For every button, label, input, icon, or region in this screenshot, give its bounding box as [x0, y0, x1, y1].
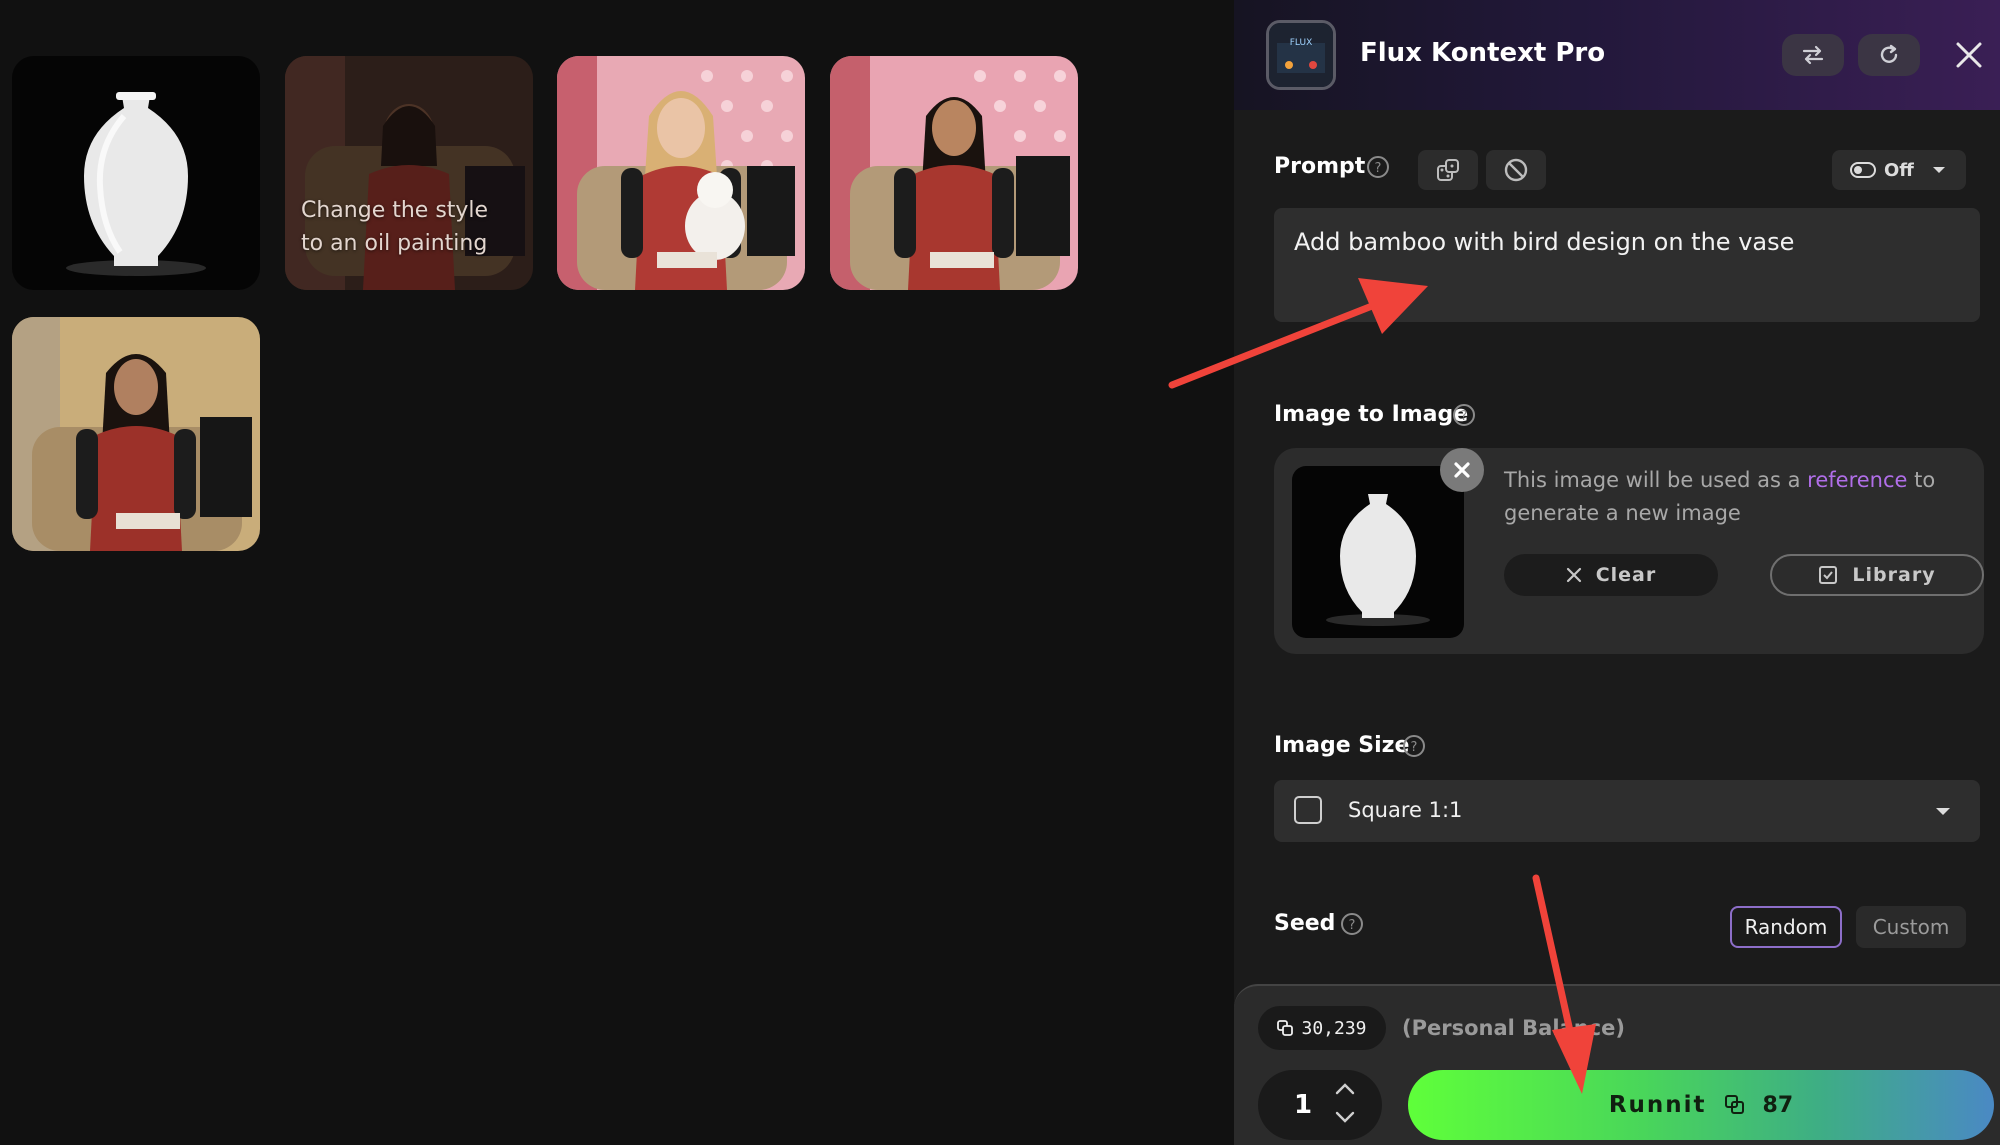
blonde-woman-with-cat-image: [557, 56, 805, 290]
run-footer: 30,239 (Personal Balance) 1 Runnit 87: [1234, 984, 2000, 1145]
remove-reference-button[interactable]: [1440, 448, 1484, 492]
desc-text: This image will be used as a: [1504, 468, 1808, 492]
refresh-icon: [1880, 44, 1898, 63]
gallery-item-woman-armchair[interactable]: [830, 56, 1078, 290]
clear-button[interactable]: Clear: [1504, 554, 1718, 596]
run-label: Runnit: [1608, 1092, 1707, 1118]
woman-in-armchair-image: [830, 56, 1078, 290]
seed-custom-button[interactable]: Custom: [1856, 906, 1966, 948]
block-icon: [1504, 158, 1528, 182]
quantity-value: 1: [1294, 1090, 1313, 1120]
woman-in-armchair-warm-image: [12, 317, 260, 551]
image-size-label: Image Size: [1274, 733, 1410, 758]
balance-value: 30,239: [1301, 1017, 1367, 1039]
image-size-value: Square 1:1: [1348, 798, 1463, 822]
prompt-input[interactable]: Add bamboo with bird design on the vase: [1274, 208, 1980, 322]
reference-description: This image will be used as a reference t…: [1504, 464, 1964, 530]
seed-help-icon[interactable]: ?: [1340, 912, 1364, 936]
close-icon: [1956, 42, 1982, 68]
negative-prompt-button[interactable]: [1486, 150, 1546, 190]
image-gallery: Change the style to an oil painting: [0, 0, 1234, 1143]
logo-text: FLUX: [1290, 38, 1313, 48]
gallery-item-vase[interactable]: [12, 56, 260, 290]
coins-icon: [1277, 1020, 1294, 1036]
square-shape-icon: [1294, 796, 1322, 824]
run-cost: 87: [1762, 1092, 1794, 1118]
library-button[interactable]: Library: [1770, 554, 1984, 596]
swap-button[interactable]: [1782, 34, 1844, 76]
chevron-down-icon[interactable]: [1334, 1110, 1356, 1124]
svg-text:?: ?: [1375, 161, 1382, 176]
reference-vase-image: [1292, 466, 1464, 638]
gallery-caption: Change the style to an oil painting: [301, 198, 489, 256]
reference-link[interactable]: reference: [1807, 468, 1907, 492]
seed-random-button[interactable]: Random: [1730, 906, 1842, 948]
image-to-image-help-icon[interactable]: ?: [1452, 403, 1476, 427]
prompt-help-icon[interactable]: ?: [1366, 155, 1390, 179]
svg-text:?: ?: [1461, 409, 1468, 424]
coins-icon: [1724, 1095, 1744, 1114]
app-logo: FLUX: [1266, 20, 1336, 90]
gallery-item-oil-painting[interactable]: Change the style to an oil painting: [285, 56, 533, 290]
image-size-help-icon[interactable]: ?: [1402, 734, 1426, 758]
close-button[interactable]: [1952, 38, 1986, 72]
svg-text:?: ?: [1349, 918, 1356, 933]
x-icon: [1566, 567, 1581, 583]
prompt-enhance-toggle[interactable]: Off: [1832, 150, 1966, 190]
panel-header: FLUX Flux Kontext Pro: [1234, 0, 2000, 110]
generation-panel: FLUX Flux Kontext Pro Prompt ? Off Add b…: [1234, 0, 2000, 1145]
dice-icon: [1437, 159, 1459, 181]
caret-down-icon: [1932, 167, 1945, 173]
chevron-up-icon[interactable]: [1334, 1082, 1356, 1096]
checkbox-icon: [1819, 566, 1838, 584]
swap-arrows-icon: [1802, 45, 1824, 65]
library-label: Library: [1852, 564, 1936, 586]
seed-label: Seed: [1274, 911, 1336, 936]
image-to-image-label: Image to Image: [1274, 402, 1469, 427]
close-icon: [1454, 462, 1470, 478]
white-vase-image: [12, 56, 260, 290]
reference-image: [1292, 466, 1464, 638]
image-to-image-card: This image will be used as a reference t…: [1274, 448, 1984, 654]
run-button[interactable]: Runnit 87: [1408, 1070, 1994, 1140]
quantity-stepper[interactable]: 1: [1258, 1070, 1382, 1140]
toggle-label: Off: [1884, 159, 1914, 181]
balance-note: (Personal Balance): [1402, 1016, 1625, 1040]
panel-title: Flux Kontext Pro: [1360, 38, 1606, 68]
svg-text:?: ?: [1411, 740, 1418, 755]
random-prompt-button[interactable]: [1418, 150, 1478, 190]
balance-chip: 30,239: [1258, 1006, 1386, 1050]
prompt-label: Prompt: [1274, 154, 1366, 179]
gallery-item-blonde-woman[interactable]: [557, 56, 805, 290]
image-size-select[interactable]: Square 1:1: [1274, 780, 1980, 842]
toggle-switch-icon: [1850, 162, 1876, 178]
chevron-down-icon: [1936, 808, 1950, 815]
clear-label: Clear: [1595, 564, 1657, 586]
gallery-item-woman-armchair-warm[interactable]: [12, 317, 260, 551]
refresh-button[interactable]: [1858, 34, 1920, 76]
